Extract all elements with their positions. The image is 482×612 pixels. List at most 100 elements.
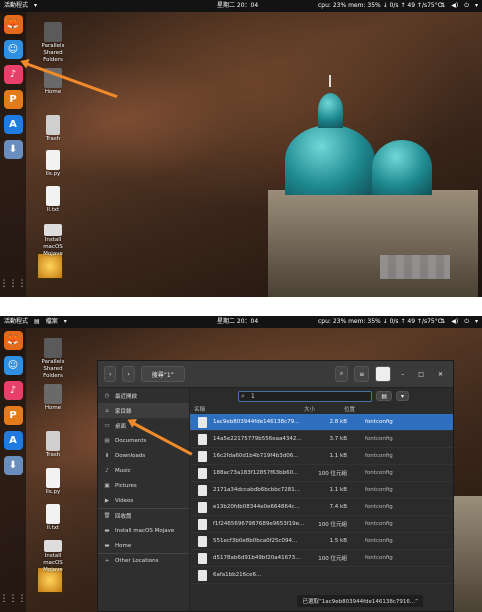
- search-button[interactable]: ⌕: [334, 366, 349, 382]
- search-location-title[interactable]: 搜尋“1”: [140, 366, 185, 382]
- cell-location: fontconfig: [365, 521, 393, 527]
- desktop-icon-lls-py[interactable]: lls.py: [36, 150, 70, 178]
- cell-size: 100 位元組: [318, 471, 347, 477]
- cell-name: 551ecf3b0e8b0bca0f25c094...: [213, 538, 298, 544]
- sidebar-item[interactable]: ▣ Pictures: [98, 478, 189, 493]
- column-location[interactable]: 位置: [344, 405, 355, 413]
- network-icon[interactable]: ⇅: [440, 316, 445, 328]
- clock[interactable]: 星期二 20：04: [217, 0, 258, 12]
- desktop-icon-install-macos[interactable]: Install macOS Mojave: [36, 224, 70, 258]
- volume-icon[interactable]: ◀): [451, 0, 458, 12]
- sidebar-item[interactable]: ⌂ 家目錄: [98, 403, 189, 418]
- desktop-icon-home[interactable]: Home: [36, 384, 70, 412]
- cell-size: 100 位元組: [318, 522, 347, 528]
- desktop-icon-shared-folders[interactable]: Parallels Shared Folders: [36, 22, 70, 64]
- network-icon[interactable]: ⇅: [440, 0, 445, 12]
- table-row[interactable]: e13b20fdb08344e0e664864c... 7.4 kB fontcon…: [190, 499, 453, 516]
- desktop-icon-lls-py[interactable]: lls.py: [36, 468, 70, 496]
- preview-thumbnail[interactable]: [375, 366, 392, 382]
- presentation-icon: P: [9, 94, 17, 105]
- table-row[interactable]: d5178ab6d91b49bf20a41673... 100 位元組 fontco…: [190, 550, 453, 567]
- desktop-icon-trash[interactable]: Trash: [36, 115, 70, 143]
- system-stats[interactable]: cpu: 23% mem: 35% ↓ 0/s ↑ 49 ↑/s75°C: [318, 0, 442, 12]
- dock-item-finder[interactable]: ☺: [3, 40, 23, 59]
- sidebar-item-icon: ♪: [105, 467, 109, 474]
- table-row[interactable]: f1f24656967987689e9653f19e... 100 位元組 font…: [190, 516, 453, 533]
- minimize-button[interactable]: –: [397, 366, 408, 382]
- search-input[interactable]: 1: [238, 390, 373, 402]
- maximize-button[interactable]: □: [414, 366, 428, 382]
- cell-location: fontconfig: [365, 538, 393, 544]
- installer-icon: ⬇: [8, 144, 18, 155]
- close-button[interactable]: ✕: [434, 366, 447, 382]
- table-row[interactable]: 14a5e22175779b556eaa4342... 3.7 kB fontcon…: [190, 431, 453, 448]
- desktop-icon-ll-txt[interactable]: ll.txt: [36, 186, 70, 214]
- home-folder-icon: [44, 384, 62, 404]
- table-row[interactable]: 1ac9eb803944fde146138c79... 2.8 kB fontcon…: [190, 414, 453, 431]
- dock-item-app-store[interactable]: A: [3, 431, 23, 450]
- dock-item-presentation[interactable]: P: [3, 90, 23, 109]
- volume-icon[interactable]: ◀): [451, 316, 458, 328]
- table-row[interactable]: 551ecf3b0e8b0bca0f25c094... 1.5 kB fontcon…: [190, 533, 453, 550]
- chevron-down-icon[interactable]: ▾: [475, 316, 478, 328]
- desktop-icon-ll-txt[interactable]: ll.txt: [36, 504, 70, 532]
- cell-size: 7.4 kB: [329, 504, 347, 510]
- dock-item-itunes[interactable]: ♪: [3, 65, 23, 84]
- sidebar-item[interactable]: ▶ Videos: [98, 493, 189, 508]
- status-overlay: 已選取“1ac9eb803944fde146138c7916...”: [297, 595, 423, 607]
- dock-item-installer[interactable]: ⬇: [3, 140, 23, 159]
- desktop-icon-install-macos[interactable]: Install macOS Mojave: [36, 540, 70, 574]
- show-apps-icon[interactable]: ⋮⋮⋮: [0, 594, 27, 604]
- cell-name: e13b20fdb08344e0e664864c...: [213, 504, 300, 510]
- activities-menu[interactable]: 活動程式: [4, 0, 28, 12]
- dock-item-finder[interactable]: ☺: [3, 356, 23, 375]
- show-apps-icon[interactable]: ⋮⋮⋮: [0, 279, 27, 289]
- power-icon[interactable]: ⏻: [464, 0, 469, 12]
- dock-item-presentation[interactable]: P: [3, 406, 23, 425]
- table-row[interactable]: 188ac73a183f12857f63bb60... 100 位元組 fontco…: [190, 465, 453, 482]
- desktop-icon-shared-folders[interactable]: Parallels Shared Folders: [36, 338, 70, 380]
- top-panel: 活動程式 ▾ 星期二 20：04 cpu: 23% mem: 35% ↓ 0/s…: [0, 0, 482, 12]
- chevron-down-icon[interactable]: ▾: [475, 0, 478, 12]
- activities-menu[interactable]: 活動程式: [4, 316, 28, 328]
- cell-name: 14a5e22175779b556eaa4342...: [213, 436, 302, 442]
- drive-icon: [44, 540, 62, 552]
- sidebar-item-icon: ⌂: [105, 407, 109, 414]
- table-row[interactable]: 2171a34dccabdb6bcbbc7281... 1.1 kB fontcon…: [190, 482, 453, 499]
- sidebar-item[interactable]: ⬇ Downloads: [98, 448, 189, 463]
- file-type-button[interactable]: ▤: [376, 391, 392, 401]
- table-row[interactable]: 6afa1bb216ce6...: [190, 567, 453, 584]
- system-stats[interactable]: cpu: 23% mem: 35% ↓ 0/s ↑ 49 ↑/s75°C: [318, 316, 442, 328]
- table-row[interactable]: 16c2fda60d1b4b719f4b3d06... 1.1 kB fontcon…: [190, 448, 453, 465]
- app-store-icon: A: [9, 119, 17, 130]
- sidebar-item[interactable]: 🗑 回收筒: [98, 508, 189, 523]
- folder-icon: [44, 338, 62, 358]
- back-button[interactable]: ‹: [104, 366, 117, 382]
- forward-button[interactable]: ›: [122, 366, 135, 382]
- sidebar-item[interactable]: ◷ 最近開啟: [98, 388, 189, 403]
- column-name[interactable]: 名稱: [194, 405, 304, 413]
- column-size[interactable]: 大小: [304, 405, 344, 413]
- desktop-icon-trash[interactable]: Trash: [36, 431, 70, 459]
- sidebar-item[interactable]: ♪ Music: [98, 463, 189, 478]
- sidebar-item[interactable]: + Other Locations: [98, 553, 189, 568]
- power-icon[interactable]: ⏻: [464, 316, 469, 328]
- dock-item-app-store[interactable]: A: [3, 115, 23, 134]
- dock-item-itunes[interactable]: ♪: [3, 381, 23, 400]
- clock[interactable]: 星期二 20：04: [217, 316, 258, 328]
- sidebar-item-icon: ◷: [104, 392, 110, 399]
- cell-size: 1.1 kB: [329, 487, 347, 493]
- sidebar-item[interactable]: ▬ Install macOS Mojave: [98, 523, 189, 538]
- sidebar-item-icon: 🗑: [103, 513, 111, 519]
- sidebar-item-icon: ▬: [104, 542, 110, 549]
- menu-button[interactable]: ≡: [354, 366, 370, 382]
- dock-item-installer[interactable]: ⬇: [3, 456, 23, 475]
- trash-icon: [46, 431, 60, 451]
- dock-item-firefox[interactable]: 🦊: [3, 331, 23, 350]
- search-options-button[interactable]: ▾: [395, 391, 409, 401]
- dock-item-firefox[interactable]: 🦊: [3, 15, 23, 34]
- sidebar-item-icon: ▶: [104, 497, 110, 504]
- app-menu[interactable]: 檔案: [46, 316, 58, 328]
- sidebar-item[interactable]: ▬ Home: [98, 538, 189, 553]
- cell-location: fontconfig: [365, 504, 393, 510]
